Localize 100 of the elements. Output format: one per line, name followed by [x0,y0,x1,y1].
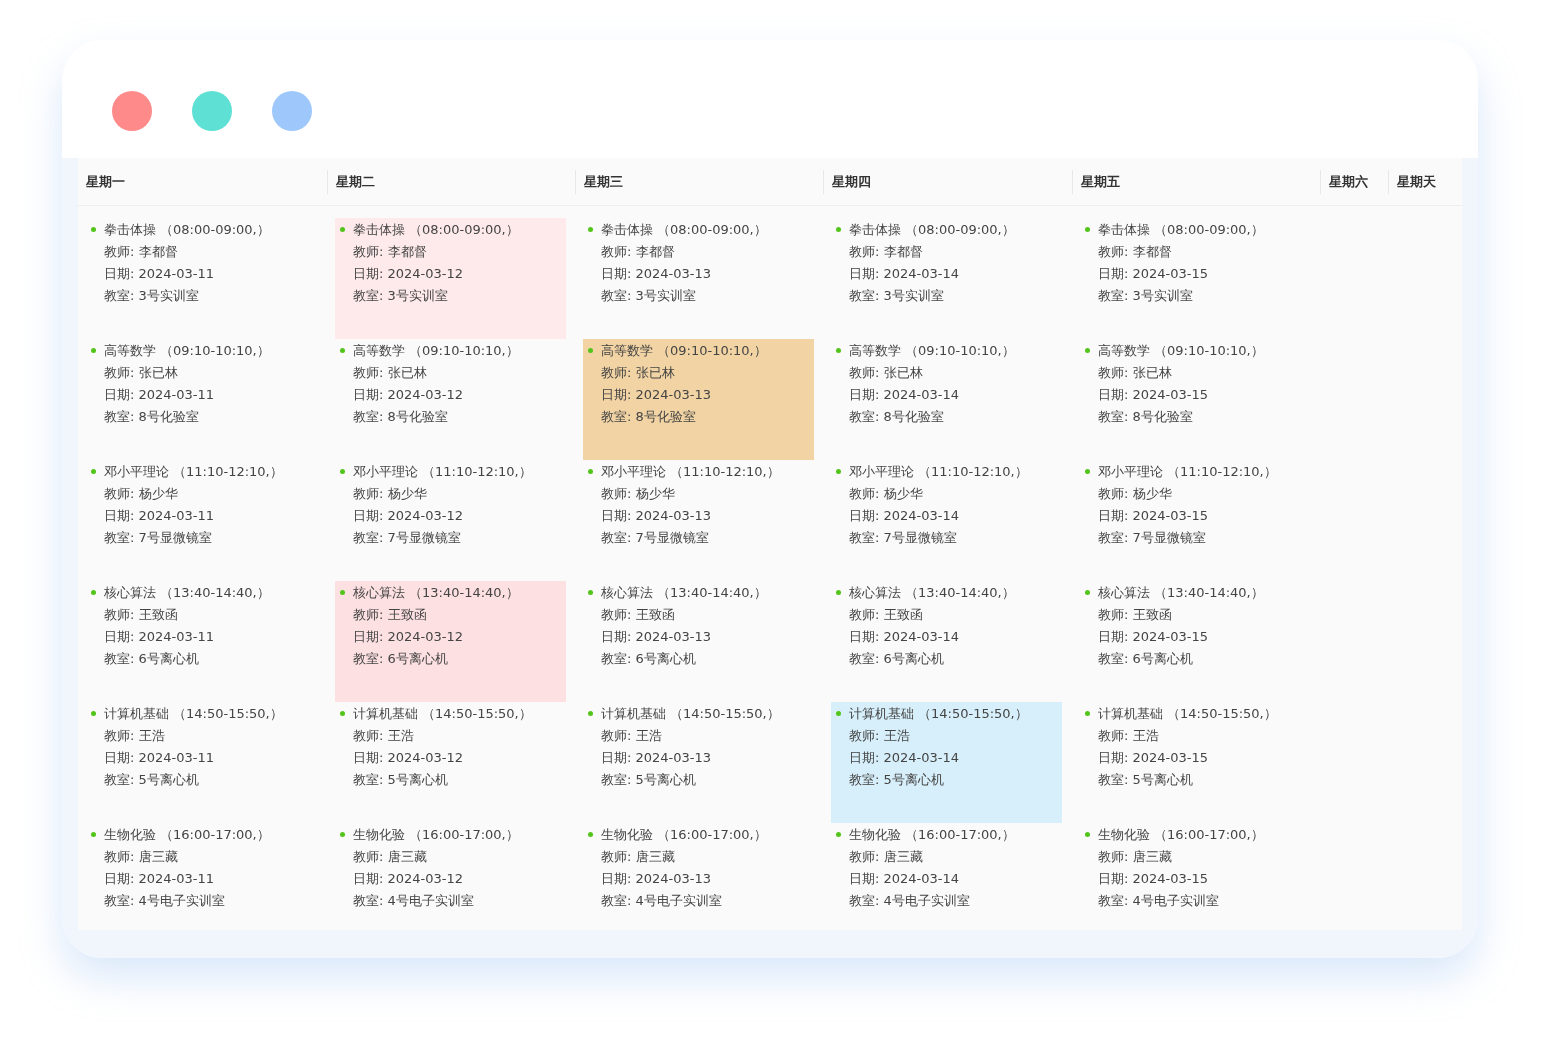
bullet-icon [1085,590,1090,595]
date-text: 日期: 2024-03-13 [601,507,712,525]
course-entry[interactable]: 生物化验 （16:00-17:00,） 教师: 唐三藏 日期: 2024-03-12 教室: 4号电子实训室 [335,823,566,928]
course-entry[interactable]: 邓小平理论 （11:10-12:10,） 教师: 杨少华 日期: 2024-03-12 教室: 7号显微镜室 [335,460,566,581]
bullet-icon [836,711,841,716]
course-entry[interactable]: 生物化验 （16:00-17:00,） 教师: 唐三藏 日期: 2024-03-15 教室: 4号电子实训室 [1080,823,1311,928]
room-text: 教室: 5号离心机 [1098,771,1193,789]
bullet-icon [1085,711,1090,716]
teacher-text: 教师: 李都督 [601,243,675,261]
teacher-text: 教师: 唐三藏 [601,848,675,866]
date-text: 日期: 2024-03-14 [849,749,960,767]
room-text: 教室: 5号离心机 [353,771,448,789]
bullet-icon [1085,832,1090,837]
course-time: （14:50-15:50,） [1167,705,1277,723]
room-text: 教室: 4号电子实训室 [353,892,474,910]
course-time: （09:10-10:10,） [160,342,270,360]
room-text: 教室: 7号显微镜室 [601,529,709,547]
course-entry[interactable]: 拳击体操 （08:00-09:00,） 教师: 李都督 日期: 2024-03-11 教室: 3号实训室 [86,218,317,339]
course-entry[interactable]: 核心算法 （13:40-14:40,） 教师: 王致函 日期: 2024-03-15 教室: 6号离心机 [1080,581,1311,702]
course-entry[interactable]: 高等数学 （09:10-10:10,） 教师: 张已林 日期: 2024-03-15 教室: 8号化验室 [1080,339,1311,460]
course-title: 拳击体操 [849,221,901,239]
teacher-text: 教师: 张已林 [353,364,427,382]
course-entry[interactable]: 拳击体操 （08:00-09:00,） 教师: 李都督 日期: 2024-03-13 教室: 3号实训室 [583,218,814,339]
date-text: 日期: 2024-03-15 [1098,870,1209,888]
room-text: 教室: 3号实训室 [104,287,199,305]
date-text: 日期: 2024-03-12 [353,265,464,283]
course-title: 计算机基础 [849,705,914,723]
course-time: （09:10-10:10,） [905,342,1015,360]
course-entry[interactable]: 邓小平理论 （11:10-12:10,） 教师: 杨少华 日期: 2024-03-15 教室: 7号显微镜室 [1080,460,1311,581]
course-title: 邓小平理论 [353,463,418,481]
date-text: 日期: 2024-03-15 [1098,628,1209,646]
course-title: 计算机基础 [353,705,418,723]
course-entry[interactable]: 生物化验 （16:00-17:00,） 教师: 唐三藏 日期: 2024-03-11 教室: 4号电子实训室 [86,823,317,928]
teacher-text: 教师: 王致函 [104,606,178,624]
course-title: 生物化验 [1098,826,1150,844]
course-entry[interactable]: 拳击体操 （08:00-09:00,） 教师: 李都督 日期: 2024-03-15 教室: 3号实训室 [1080,218,1311,339]
date-text: 日期: 2024-03-13 [601,870,712,888]
room-text: 教室: 5号离心机 [849,771,944,789]
day-header: 星期一 [86,172,125,191]
teacher-text: 教师: 李都督 [849,243,923,261]
date-text: 日期: 2024-03-15 [1098,386,1209,404]
teacher-text: 教师: 唐三藏 [104,848,178,866]
date-text: 日期: 2024-03-13 [601,386,712,404]
course-title: 生物化验 [601,826,653,844]
course-title: 核心算法 [601,584,653,602]
course-time: （11:10-12:10,） [173,463,283,481]
teacher-text: 教师: 唐三藏 [353,848,427,866]
room-text: 教室: 6号离心机 [1098,650,1193,668]
bullet-icon [340,469,345,474]
room-text: 教室: 5号离心机 [601,771,696,789]
room-text: 教室: 8号化验室 [849,408,944,426]
course-entry[interactable]: 计算机基础 （14:50-15:50,） 教师: 王浩 日期: 2024-03-11 教室: 5号离心机 [86,702,317,823]
course-entry[interactable]: 核心算法 （13:40-14:40,） 教师: 王致函 日期: 2024-03-12 教室: 6号离心机 [335,581,566,702]
course-entry[interactable]: 计算机基础 （14:50-15:50,） 教师: 王浩 日期: 2024-03-12 教室: 5号离心机 [335,702,566,823]
course-entry[interactable]: 核心算法 （13:40-14:40,） 教师: 王致函 日期: 2024-03-13 教室: 6号离心机 [583,581,814,702]
course-entry[interactable]: 邓小平理论 （11:10-12:10,） 教师: 杨少华 日期: 2024-03-14 教室: 7号显微镜室 [831,460,1062,581]
course-entry[interactable]: 高等数学 （09:10-10:10,） 教师: 张已林 日期: 2024-03-11 教室: 8号化验室 [86,339,317,460]
course-entry[interactable]: 计算机基础 （14:50-15:50,） 教师: 王浩 日期: 2024-03-14 教室: 5号离心机 [831,702,1062,823]
date-text: 日期: 2024-03-11 [104,386,215,404]
course-title: 核心算法 [849,584,901,602]
course-time: （16:00-17:00,） [409,826,519,844]
bullet-icon [340,832,345,837]
day-header: 星期二 [336,172,375,191]
teacher-text: 教师: 杨少华 [1098,485,1172,503]
teacher-text: 教师: 杨少华 [849,485,923,503]
course-title: 邓小平理论 [849,463,914,481]
room-text: 教室: 7号显微镜室 [353,529,461,547]
course-entry[interactable]: 核心算法 （13:40-14:40,） 教师: 王致函 日期: 2024-03-14 教室: 6号离心机 [831,581,1062,702]
bullet-icon [588,832,593,837]
course-title: 计算机基础 [1098,705,1163,723]
date-text: 日期: 2024-03-12 [353,386,464,404]
teacher-text: 教师: 王浩 [104,727,165,745]
room-text: 教室: 3号实训室 [849,287,944,305]
course-entry[interactable]: 邓小平理论 （11:10-12:10,） 教师: 杨少华 日期: 2024-03-11 教室: 7号显微镜室 [86,460,317,581]
teacher-text: 教师: 王浩 [601,727,662,745]
bullet-icon [91,711,96,716]
course-time: （08:00-09:00,） [1154,221,1264,239]
bullet-icon [340,711,345,716]
course-entry[interactable]: 高等数学 （09:10-10:10,） 教师: 张已林 日期: 2024-03-14 教室: 8号化验室 [831,339,1062,460]
course-time: （13:40-14:40,） [160,584,270,602]
course-time: （08:00-09:00,） [905,221,1015,239]
teacher-text: 教师: 杨少华 [601,485,675,503]
course-entry[interactable]: 生物化验 （16:00-17:00,） 教师: 唐三藏 日期: 2024-03-13 教室: 4号电子实训室 [583,823,814,928]
room-text: 教室: 7号显微镜室 [849,529,957,547]
course-entry[interactable]: 生物化验 （16:00-17:00,） 教师: 唐三藏 日期: 2024-03-14 教室: 4号电子实训室 [831,823,1062,928]
room-text: 教室: 7号显微镜室 [104,529,212,547]
course-entry[interactable]: 计算机基础 （14:50-15:50,） 教师: 王浩 日期: 2024-03-13 教室: 5号离心机 [583,702,814,823]
course-title: 邓小平理论 [601,463,666,481]
teacher-text: 教师: 唐三藏 [1098,848,1172,866]
course-entry[interactable]: 高等数学 （09:10-10:10,） 教师: 张已林 日期: 2024-03-13 教室: 8号化验室 [583,339,814,460]
course-entry[interactable]: 核心算法 （13:40-14:40,） 教师: 王致函 日期: 2024-03-11 教室: 6号离心机 [86,581,317,702]
room-text: 教室: 6号离心机 [849,650,944,668]
course-entry[interactable]: 高等数学 （09:10-10:10,） 教师: 张已林 日期: 2024-03-12 教室: 8号化验室 [335,339,566,460]
course-entry[interactable]: 拳击体操 （08:00-09:00,） 教师: 李都督 日期: 2024-03-12 教室: 3号实训室 [335,218,566,339]
course-entry[interactable]: 拳击体操 （08:00-09:00,） 教师: 李都督 日期: 2024-03-14 教室: 3号实训室 [831,218,1062,339]
room-text: 教室: 4号电子实训室 [104,892,225,910]
course-entry[interactable]: 计算机基础 （14:50-15:50,） 教师: 王浩 日期: 2024-03-15 教室: 5号离心机 [1080,702,1311,823]
bullet-icon [588,711,593,716]
course-time: （16:00-17:00,） [905,826,1015,844]
course-entry[interactable]: 邓小平理论 （11:10-12:10,） 教师: 杨少华 日期: 2024-03-13 教室: 7号显微镜室 [583,460,814,581]
